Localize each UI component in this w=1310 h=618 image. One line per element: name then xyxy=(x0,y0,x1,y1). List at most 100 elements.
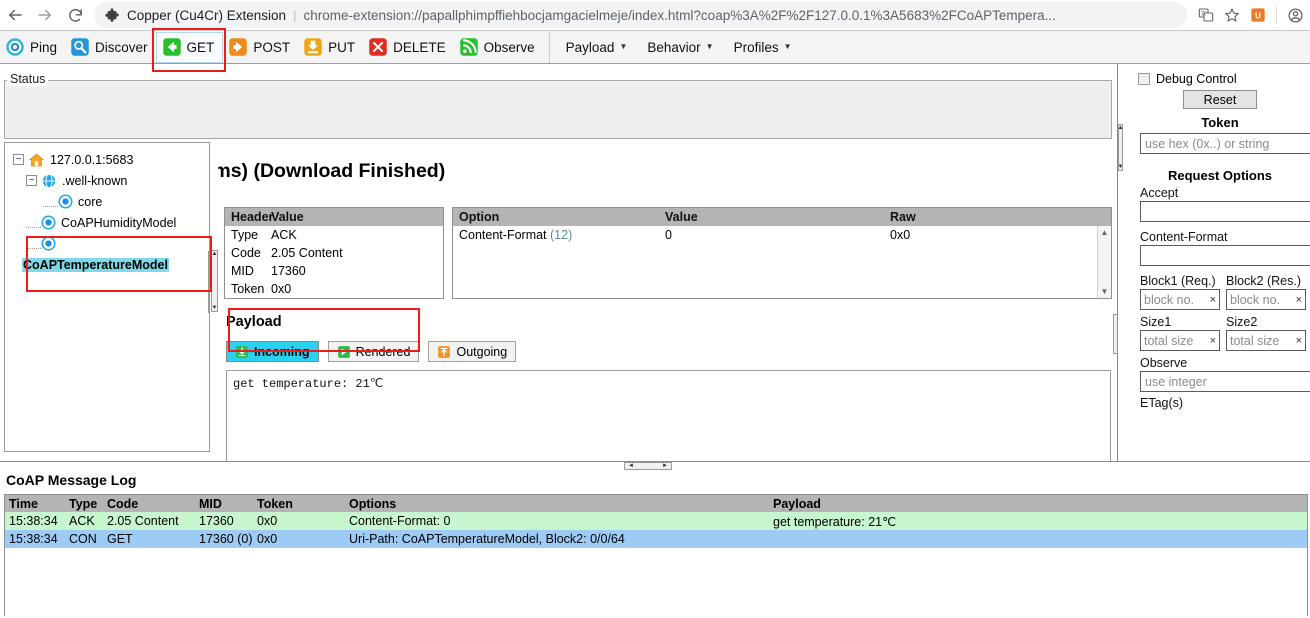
cell-code: 2.05 Content xyxy=(107,514,179,528)
log-splitter[interactable]: ◄ ► xyxy=(0,461,1310,470)
reload-icon xyxy=(68,8,82,22)
forward-button[interactable] xyxy=(30,0,60,30)
reload-button[interactable] xyxy=(60,0,90,30)
toolbar-action-observe[interactable]: Observe xyxy=(454,32,543,63)
tree-splitter[interactable]: ▲ ▼ xyxy=(210,142,218,452)
cell-value: 0x0 xyxy=(271,282,292,296)
clear-icon[interactable]: × xyxy=(1296,335,1302,347)
browser-chrome-bar: Copper (Cu4Cr) Extension | chrome-extens… xyxy=(0,0,1310,31)
table-row[interactable]: Content-Format (12) 0 0x0 xyxy=(453,226,1111,244)
observe-label: Observe xyxy=(1140,356,1188,370)
back-button[interactable] xyxy=(0,0,30,30)
sidebar-splitter-grip[interactable]: ▲ ▼ xyxy=(1118,124,1123,171)
get-arrow-left-icon xyxy=(162,38,181,56)
size2-input[interactable]: total size × xyxy=(1226,330,1306,351)
chevron-up-icon[interactable]: ▲ xyxy=(1101,228,1109,237)
size1-input[interactable]: total size × xyxy=(1140,330,1220,351)
size-labels-row: Size1 Size2 xyxy=(1140,315,1310,330)
clear-icon[interactable]: × xyxy=(1210,294,1216,306)
profile-button[interactable] xyxy=(1282,2,1308,28)
tree-node-humidity[interactable]: CoAPHumidityModel xyxy=(13,212,209,233)
resource-icon xyxy=(41,236,56,251)
table-row[interactable]: MID 17360 xyxy=(225,262,443,280)
tree-connector xyxy=(26,226,41,228)
tree-node-temperature[interactable]: CoAPTemperatureModel xyxy=(13,254,209,275)
observe-rss-icon xyxy=(459,38,478,56)
profile-icon xyxy=(1287,7,1303,23)
collapse-toggle-icon[interactable]: − xyxy=(26,175,37,186)
chevron-down-icon[interactable]: ▼ xyxy=(1101,287,1109,296)
block-inputs-row: block no. × block no. × xyxy=(1140,289,1310,310)
chevron-up-icon: ▲ xyxy=(211,251,218,257)
tab-incoming[interactable]: Incoming xyxy=(226,341,319,362)
tree-node-temperature-icon-row[interactable] xyxy=(13,233,209,254)
page-title: Copper (Cu4Cr) Extension xyxy=(127,7,287,23)
translate-button[interactable]: 文 xyxy=(1193,2,1219,28)
bookmark-button[interactable] xyxy=(1219,2,1245,28)
toolbar-action-label: PUT xyxy=(328,39,356,55)
message-options-table-body: Content-Format (12) 0 0x0 xyxy=(453,226,1111,244)
menu-payload-label: Payload xyxy=(565,39,615,55)
toolbar-action-ping[interactable]: Ping xyxy=(0,32,65,63)
resource-tree-panel[interactable]: − 127.0.0.1:5683 − .well-known core CoAP… xyxy=(4,142,210,452)
tree-node-core[interactable]: core xyxy=(13,191,209,212)
content-format-input[interactable] xyxy=(1140,245,1310,266)
cell-option: Content-Format (12) xyxy=(453,228,665,242)
toolbar-action-post[interactable]: POST xyxy=(223,32,298,63)
debug-control-checkbox[interactable] xyxy=(1138,73,1150,85)
cell-type: CON xyxy=(69,532,97,546)
toolbar-divider xyxy=(1276,6,1277,24)
option-name: Content-Format xyxy=(459,228,547,242)
clear-icon[interactable]: × xyxy=(1296,294,1302,306)
svg-text:文: 文 xyxy=(1201,9,1207,17)
collapse-toggle-icon[interactable]: − xyxy=(13,154,24,165)
toolbar-action-discover[interactable]: Discover xyxy=(65,32,156,63)
menu-behavior-label: Behavior xyxy=(647,39,701,55)
options-scrollbar[interactable]: ▲ ▼ xyxy=(1097,226,1111,298)
toolbar-action-get[interactable]: GET xyxy=(155,31,224,63)
toolbar-action-delete[interactable]: DELETE xyxy=(363,32,454,63)
reset-button[interactable]: Reset xyxy=(1183,90,1257,109)
sidebar-splitter[interactable]: ▲ ▼ xyxy=(1117,64,1123,461)
omnibox[interactable]: Copper (Cu4Cr) Extension | chrome-extens… xyxy=(94,2,1187,28)
menu-payload[interactable]: Payload ▼ xyxy=(556,32,638,63)
clear-icon[interactable]: × xyxy=(1210,335,1216,347)
tab-rendered[interactable]: Rendered xyxy=(327,341,420,362)
block1-input[interactable]: block no. × xyxy=(1140,289,1220,310)
accept-input[interactable] xyxy=(1140,201,1310,222)
left-pane: Status 2.05 Content (RTT 18 ms) (Downloa… xyxy=(0,64,1117,461)
menu-profiles[interactable]: Profiles ▼ xyxy=(724,32,802,63)
token-input[interactable]: use hex (0x..) or string xyxy=(1140,133,1310,154)
cell-token: 0x0 xyxy=(257,514,278,528)
message-header-table-head: Header Value xyxy=(225,208,443,226)
table-row[interactable]: 15:38:34 ACK 2.05 Content 17360 0x0 Cont… xyxy=(5,512,1307,530)
table-row[interactable]: Token 0x0 xyxy=(225,280,443,298)
log-splitter-grip[interactable]: ◄ ► xyxy=(624,462,672,470)
column-header-token: Token xyxy=(257,496,293,511)
block2-input[interactable]: block no. × xyxy=(1226,289,1306,310)
menu-behavior[interactable]: Behavior ▼ xyxy=(637,32,723,63)
tab-outgoing[interactable]: Outgoing xyxy=(428,341,517,362)
tree-splitter-grip[interactable]: ▲ ▼ xyxy=(211,250,218,312)
request-options-heading: Request Options xyxy=(1167,168,1272,183)
cell-mid: 17360 xyxy=(199,514,234,528)
tree-node-root[interactable]: − 127.0.0.1:5683 xyxy=(13,149,209,170)
column-header: Value xyxy=(665,210,698,224)
debug-control-row[interactable]: Debug Control xyxy=(1130,64,1310,88)
cell-time: 15:38:34 xyxy=(9,514,58,528)
tree-connector xyxy=(26,247,41,249)
tree-node-well-known[interactable]: − .well-known xyxy=(13,170,209,191)
log-title: CoAP Message Log xyxy=(6,472,137,488)
table-row[interactable]: Type ACK xyxy=(225,226,443,244)
table-row[interactable]: Code 2.05 Content xyxy=(225,244,443,262)
toolbar-action-put[interactable]: PUT xyxy=(298,32,363,63)
observe-input[interactable]: use integer xyxy=(1140,371,1310,392)
message-options-table-head: Option Value Raw xyxy=(453,208,1111,226)
extension-badge-button[interactable]: U xyxy=(1245,2,1271,28)
chevron-down-icon: ▼ xyxy=(783,42,792,51)
payload-content-box[interactable]: get temperature: 21℃ xyxy=(226,370,1111,461)
message-header-table: Header Value Type ACK Code 2.05 Content … xyxy=(224,207,444,299)
toolbar-action-label: POST xyxy=(253,39,291,55)
toolbar-action-label: Discover xyxy=(95,39,148,55)
table-row[interactable]: 15:38:34 CON GET 17360 (0) 0x0 Uri-Path:… xyxy=(5,530,1307,548)
